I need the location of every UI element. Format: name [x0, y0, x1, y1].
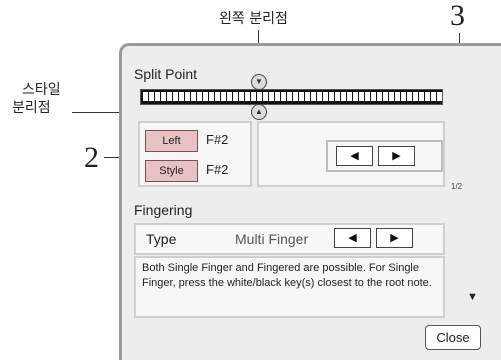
keyboard-key: [317, 92, 322, 101]
keyboard-key: [203, 92, 208, 101]
keyboard-key: [221, 92, 226, 101]
keyboard-key: [329, 92, 334, 101]
fingering-title: Fingering: [134, 202, 193, 218]
keyboard-key: [143, 92, 148, 101]
keyboard-key: [149, 92, 154, 101]
keyboard-key: [377, 92, 382, 101]
style-part-note: F#2: [206, 162, 229, 177]
left-split-marker[interactable]: ▼: [251, 74, 267, 90]
keyboard-key: [383, 92, 388, 101]
keyboard-key: [407, 92, 412, 101]
keyboard-key: [275, 92, 280, 101]
keyboard-key: [389, 92, 394, 101]
keyboard-key: [365, 92, 370, 101]
close-button[interactable]: Close: [425, 325, 481, 350]
fingering-prev-button[interactable]: ◀: [334, 228, 371, 248]
keyboard-key: [305, 92, 310, 101]
keyboard-key: [413, 92, 418, 101]
callout-2: 2: [84, 141, 99, 174]
keyboard-key: [431, 92, 436, 101]
fingering-description: Both Single Finger and Fingered are poss…: [134, 256, 445, 318]
fingering-next-button[interactable]: ▶: [376, 228, 413, 248]
left-part-note: F#2: [206, 132, 229, 147]
split-point-arrow-group: ◀ ▶: [326, 140, 443, 172]
keyboard-key: [437, 92, 442, 101]
keyboard-key: [197, 92, 202, 101]
keyboard-key: [371, 92, 376, 101]
fingering-type-value: Multi Finger: [235, 231, 309, 247]
keyboard-key: [347, 92, 352, 101]
keyboard-key: [239, 92, 244, 101]
keyboard-key: [353, 92, 358, 101]
keyboard-key: [299, 92, 304, 101]
callout-3: 3: [450, 0, 465, 32]
keyboard-key: [341, 92, 346, 101]
keyboard-key: [425, 92, 430, 101]
keyboard-key: [293, 92, 298, 101]
keyboard-key: [281, 92, 286, 101]
keyboard-key: [245, 92, 250, 101]
left-part-button[interactable]: Left: [145, 130, 198, 152]
keyboard-strip[interactable]: [140, 89, 443, 105]
fingering-type-label: Type: [146, 231, 177, 247]
keyboard-key: [335, 92, 340, 101]
keyboard-key: [263, 92, 268, 101]
keyboard-key: [257, 92, 262, 101]
scroll-down-icon[interactable]: ▼: [467, 291, 478, 303]
keyboard-key: [167, 92, 172, 101]
keyboard-key: [191, 92, 196, 101]
style-split-marker-glyph: ▲: [255, 107, 263, 116]
keyboard-key: [401, 92, 406, 101]
style-split-marker[interactable]: ▲: [251, 104, 267, 120]
split-point-next-button[interactable]: ▶: [378, 146, 415, 166]
keyboard-key: [227, 92, 232, 101]
keyboard-key: [419, 92, 424, 101]
keyboard-key: [209, 92, 214, 101]
keyboard-key: [215, 92, 220, 101]
keyboard-key: [233, 92, 238, 101]
style-split-point-annotation-line2: 분리점: [12, 100, 51, 116]
keyboard-key: [287, 92, 292, 101]
keyboard-key: [311, 92, 316, 101]
split-point-prev-button[interactable]: ◀: [336, 146, 373, 166]
left-split-point-annotation: 왼쪽 분리점: [219, 11, 288, 27]
keyboard-key: [359, 92, 364, 101]
keyboard-key: [173, 92, 178, 101]
keyboard-key: [395, 92, 400, 101]
split-point-title: Split Point: [134, 66, 198, 82]
style-split-point-annotation-line1: 스타일: [22, 82, 61, 98]
fingering-type-row: Type Multi Finger ◀ ▶: [134, 223, 445, 255]
left-split-marker-glyph: ▼: [255, 77, 263, 86]
keyboard-key: [179, 92, 184, 101]
keyboard-key: [251, 92, 256, 101]
keyboard-key: [161, 92, 166, 101]
keyboard-key: [185, 92, 190, 101]
keyboard-key: [269, 92, 274, 101]
keyboard-key: [155, 92, 160, 101]
keyboard-key: [323, 92, 328, 101]
style-part-button[interactable]: Style: [145, 160, 198, 182]
page-indicator: 1/2: [451, 182, 463, 191]
